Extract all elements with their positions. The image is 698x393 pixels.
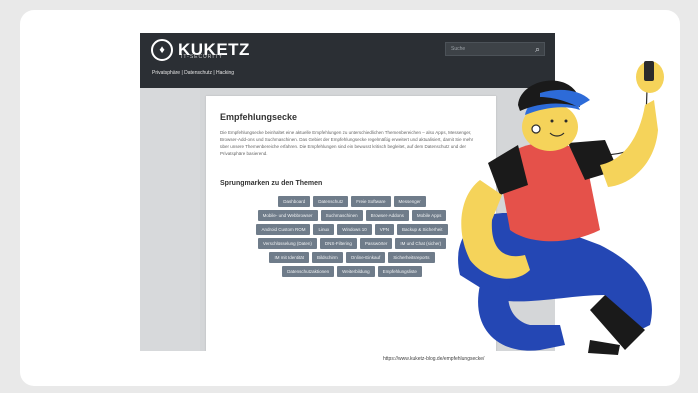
sidebar — [140, 88, 200, 351]
jump-heading: Sprungmarken zu den Themen — [220, 180, 323, 187]
topic-tag-button[interactable]: Datenschutzaktionen — [282, 266, 335, 277]
topic-tag-button[interactable]: Online-Einkauf — [345, 252, 386, 263]
topic-tag-button[interactable]: Windows 10 — [337, 224, 372, 235]
topic-tag-button[interactable]: Sicherheitsreports — [388, 252, 435, 263]
topic-tag-button[interactable]: IM mit Identität — [269, 252, 309, 263]
topic-tag-button[interactable]: Empfehlungsliste — [377, 266, 422, 277]
topic-tag-button[interactable]: Freie Software — [351, 196, 391, 207]
topic-tag-button[interactable]: VPN — [374, 224, 395, 235]
phone-icon — [644, 61, 654, 81]
topic-tag-button[interactable]: Messenger — [393, 196, 426, 207]
page-title: Empfehlungsecke — [220, 112, 298, 122]
illustration-person-with-earphones — [458, 61, 664, 355]
topic-tag-button[interactable]: Linux — [313, 224, 335, 235]
topic-tag-button[interactable]: Datenschutz — [313, 196, 349, 207]
topic-tag-button[interactable]: Dashboard — [278, 196, 311, 207]
topic-tag-button[interactable]: Mobile- und Webbrowser — [257, 210, 318, 221]
right-arm — [600, 100, 658, 187]
tag-list: Dashboard Datenschutz Freie Software Messen… — [256, 196, 448, 277]
topic-tag-button[interactable]: Android Custom ROM — [256, 224, 311, 235]
logo-subtitle-wrap: IT-SECURITY — [151, 54, 224, 60]
topic-tag-button[interactable]: Passwörter — [359, 238, 393, 249]
site-tagline: Privatsphäre | Datenschutz | Hacking — [152, 70, 235, 76]
earphone-icon — [531, 124, 541, 134]
topic-tag-button[interactable]: Browser-Addons — [365, 210, 409, 221]
logo-subtitle: IT-SECURITY — [181, 54, 224, 60]
topic-tag-button[interactable]: IM und Chat (sicher) — [395, 238, 447, 249]
topic-tag-button[interactable]: Suchmaschinen — [320, 210, 363, 221]
topic-tag-button[interactable]: Bildschirm — [311, 252, 343, 263]
topic-tag-button[interactable]: DNS-Filtering — [319, 238, 357, 249]
topic-tag-button[interactable]: Weiterbildung — [337, 266, 375, 277]
topic-tag-button[interactable]: Verschlüsselung (Daten) — [257, 238, 317, 249]
